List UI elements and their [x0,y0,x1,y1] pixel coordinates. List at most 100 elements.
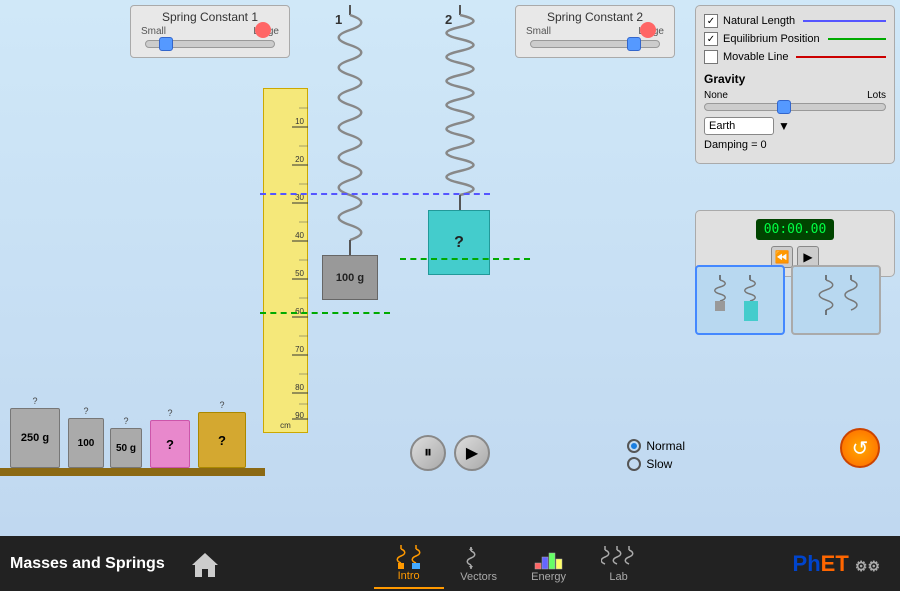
nav-tabs: Intro Vectors Energy [235,539,793,589]
scene-panels [695,265,895,335]
spring1-title: Spring Constant 1 [141,10,279,24]
normal-radio[interactable] [627,439,641,453]
natural-length-indicator [803,20,886,22]
slow-radio[interactable] [627,457,641,471]
scene-thumb-2[interactable] [791,265,881,335]
tab-lab-label: Lab [609,571,627,583]
equilibrium-row: ✓ Equilibrium Position [704,32,886,46]
phet-logo: PhET ⚙⚙ [793,551,880,577]
gravity-section: Gravity None Lots Earth ▼ Damping = 0 [704,72,886,151]
tab-vectors[interactable]: Vectors [444,539,514,589]
playback-controls: ⏸ ▶ [410,435,490,471]
equilibrium-checkbox[interactable]: ✓ [704,32,718,46]
normal-label: Normal [646,439,685,453]
mass-mystery-gold[interactable]: ? ? [198,412,246,468]
mass-gold-question: ? [219,400,224,410]
slow-speed-row[interactable]: Slow [627,457,685,471]
speed-controls: Normal Slow [627,439,685,471]
spring1-small-label: Small [141,26,166,37]
mass-100g-question: ? [83,406,88,416]
movable-line-label: Movable Line [723,51,788,63]
mass-50g-question: ? [123,416,128,426]
gravity-none-label: None [704,90,728,101]
spring2-slider-track[interactable] [530,40,660,48]
dropdown-arrow[interactable]: ▼ [778,119,790,133]
timer-display: 00:00.00 [756,219,835,240]
home-button[interactable] [185,544,225,584]
equilibrium-line-2 [400,258,530,260]
lab-tab-icon [601,545,637,571]
mass-250g-question: ? [32,396,37,406]
equilibrium-line-1 [260,312,390,314]
gravity-lots-label: Lots [867,90,886,101]
home-icon [190,549,220,579]
equilibrium-indicator [828,38,886,40]
mass-250g-label: 250 g [21,432,49,444]
spring2-control: Spring Constant 2 Small Large [515,5,675,58]
tab-intro-label: Intro [398,570,420,582]
mass-250g[interactable]: ? 250 g [10,408,60,468]
pause-button[interactable]: ⏸ [410,435,446,471]
spring1-assembly: 100 g [310,5,390,328]
energy-tab-icon [531,545,567,571]
lines-panel: ✓ Natural Length ✓ Equilibrium Position … [695,5,895,164]
natural-length-line [260,193,490,195]
spring1-reset-btn[interactable] [255,22,271,38]
step-button[interactable]: ▶ [454,435,490,471]
gravity-select-row: Earth ▼ [704,117,886,135]
hanging-mass-2-label: ? [454,234,464,252]
spring2-reset-btn[interactable] [640,22,656,38]
damping-label: Damping = 0 [704,139,886,151]
gravity-slider[interactable] [704,103,886,111]
mass-100g[interactable]: ? 100 [68,418,104,468]
app-title: Masses and Springs [10,555,165,573]
movable-line-checkbox[interactable] [704,50,718,64]
scene-thumb-1[interactable] [695,265,785,335]
mass-gold-label: ? [218,433,226,448]
tab-lab[interactable]: Lab [584,539,654,589]
refresh-icon: ↺ [852,436,869,461]
ruler[interactable]: 10 20 30 40 50 60 70 80 90 cm [263,88,308,433]
hanging-mass-1[interactable]: 100 g [322,255,378,300]
mass-mystery-pink[interactable]: ? ? [150,420,190,468]
mass-50g[interactable]: ? 50 g [110,428,142,468]
intro-tab-icon [391,544,427,570]
planet-select[interactable]: Earth [704,117,774,135]
scene1-icon [700,270,780,330]
spring1-slider-track[interactable] [145,40,275,48]
natural-length-label: Natural Length [723,15,795,27]
mass-100g-label: 100 [78,438,95,449]
spring2-title: Spring Constant 2 [526,10,664,24]
hanging-mass-1-label: 100 g [336,272,364,284]
hanging-mass-2[interactable]: ? [428,210,490,275]
refresh-button[interactable]: ↺ [840,428,880,468]
tab-intro[interactable]: Intro [374,539,444,589]
natural-length-row: ✓ Natural Length [704,14,886,28]
movable-line-row: Movable Line [704,50,886,64]
spring1-slider-thumb[interactable] [159,37,173,51]
tab-energy[interactable]: Energy [514,539,584,589]
mass-pink-question: ? [167,408,172,418]
tab-energy-label: Energy [531,571,566,583]
step-icon: ▶ [466,443,478,463]
spring2-slider-thumb[interactable] [627,37,641,51]
shelf [0,468,265,476]
normal-speed-row[interactable]: Normal [627,439,685,453]
mass-pink-label: ? [166,437,174,452]
tab-vectors-label: Vectors [460,571,497,583]
scene2-icon [796,270,876,330]
mass-50g-label: 50 g [116,443,136,454]
natural-length-checkbox[interactable]: ✓ [704,14,718,28]
movable-line-indicator [796,56,886,58]
equilibrium-label: Equilibrium Position [723,33,820,45]
spring2-assembly: ? [420,5,500,268]
sim-area: Spring Constant 1 Small Large Spring Con… [0,0,900,536]
gravity-thumb[interactable] [777,100,791,114]
gravity-title: Gravity [704,72,886,86]
vectors-tab-icon [461,545,497,571]
spring1-control: Spring Constant 1 Small Large [130,5,290,58]
slow-label: Slow [646,457,672,471]
spring2-small-label: Small [526,26,551,37]
pause-icon: ⏸ [424,444,432,462]
bottom-bar: Masses and Springs Intro [0,536,900,591]
